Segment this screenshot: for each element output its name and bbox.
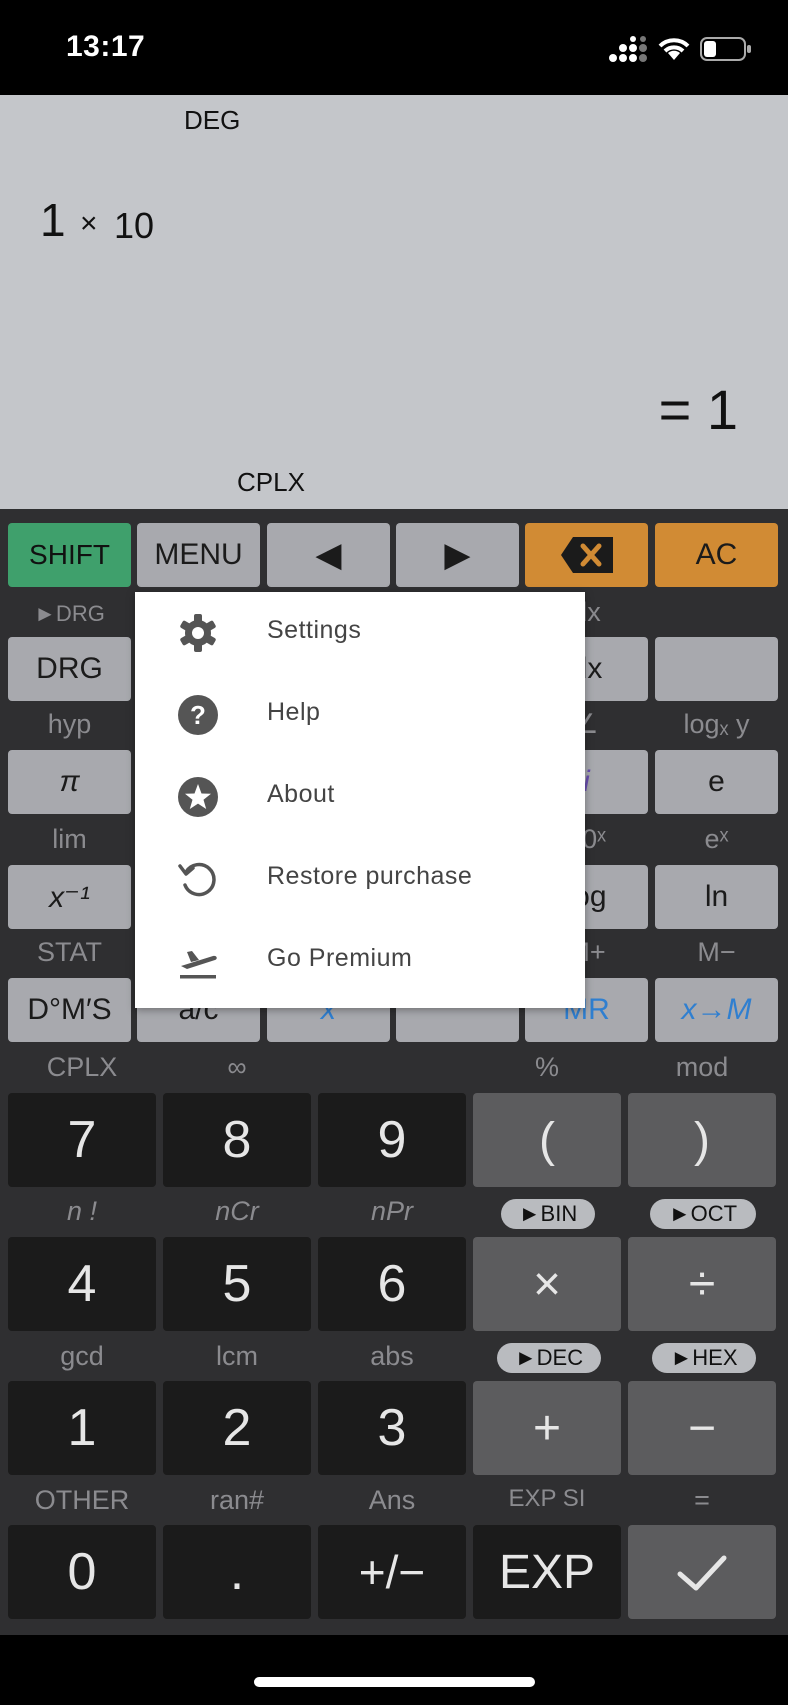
menu-label-about: About [267,780,335,808]
menu-label-restore-purchase: Restore purchase [267,862,473,890]
reciprocal-button[interactable]: x⁻¹ [8,865,131,929]
shift-label-equals: = [694,1485,710,1515]
restore-icon [178,862,216,897]
shift-label-drg: ►DRG [34,601,105,626]
menu-item-help[interactable]: ? Help [135,674,585,756]
shift-label-mod: mod [675,1052,729,1082]
to-bin-badge: ►BIN [501,1199,595,1229]
shift-label-stat: STAT [37,937,102,967]
status-time: 13:17 [66,30,146,63]
menu-item-about[interactable]: About [135,756,585,838]
svg-text:?: ? [190,700,206,730]
exp-button[interactable]: EXP [473,1525,621,1619]
open-paren-button[interactable]: ( [473,1093,621,1187]
digit-9-button[interactable]: 9 [318,1093,466,1187]
star-icon [178,777,218,817]
digit-7-button[interactable]: 7 [8,1093,156,1187]
shift-label-cplx: CPLX [46,1052,118,1082]
minus-button[interactable]: − [628,1381,776,1475]
drg-button[interactable]: DRG [8,637,131,701]
all-clear-button[interactable]: AC [655,523,778,587]
digit-2-button[interactable]: 2 [163,1381,311,1475]
shift-label-ans: Ans [368,1485,416,1515]
dms-button[interactable]: D°M′S [8,978,131,1042]
expression-base: 10 [114,205,155,246]
close-paren-button[interactable]: ) [628,1093,776,1187]
digit-1-button[interactable]: 1 [8,1381,156,1475]
popup-menu: Settings ? Help About Restore purchase G… [135,592,585,1008]
complex-mode-indicator: CPLX [237,467,305,497]
pi-button[interactable]: π [8,750,131,814]
shift-label-percent: % [534,1052,559,1082]
checkmark-icon [677,1555,727,1591]
digit-6-button[interactable]: 6 [318,1237,466,1331]
shift-label-gcd: gcd [60,1341,104,1371]
digit-3-button[interactable]: 3 [318,1381,466,1475]
expression-times: × [80,207,98,240]
to-hex-badge: ►HEX [652,1343,756,1373]
ln-button[interactable]: ln [655,865,778,929]
expression-digit-1: 1 [40,194,66,246]
status-bar: 13:17 [0,0,788,95]
shift-label-logxy: logₓ y [683,709,750,739]
home-indicator[interactable] [254,1677,535,1687]
angle-mode-indicator: DEG [184,105,241,135]
shift-label-m-minus: M− [697,937,736,967]
wifi-icon [658,38,690,60]
shift-label-random: ran# [209,1485,265,1515]
menu-label-help: Help [267,698,321,726]
signal-icon [609,36,647,62]
help-icon: ? [178,695,218,735]
to-dec-badge: ►DEC [497,1343,601,1373]
store-memory-button[interactable]: x→M [655,978,778,1042]
result-value: = 1 [658,378,738,441]
gear-icon [180,614,216,652]
digit-8-button[interactable]: 8 [163,1093,311,1187]
shift-label-exp-si: EXP SI [508,1485,586,1512]
blank-sci-button[interactable] [655,637,778,701]
shift-label-abs: abs [370,1341,414,1371]
menu-label-go-premium: Go Premium [267,944,413,972]
menu-item-go-premium[interactable]: Go Premium [135,920,585,1002]
menu-item-restore-purchase[interactable]: Restore purchase [135,838,585,920]
shift-button[interactable]: SHIFT [8,523,131,587]
shift-label-exp: eˣ [704,824,729,854]
backspace-button[interactable] [525,523,648,587]
multiply-button[interactable]: × [473,1237,621,1331]
shift-label-hyp: hyp [47,709,92,739]
shift-label-lim: lim [52,824,87,854]
digit-4-button[interactable]: 4 [8,1237,156,1331]
digit-0-button[interactable]: 0 [8,1525,156,1619]
to-oct-badge: ►OCT [650,1199,756,1229]
equals-check-button[interactable] [628,1525,776,1619]
shift-label-infinity: ∞ [227,1052,247,1082]
shift-label-lcm: lcm [216,1341,258,1371]
battery-icon [700,37,751,61]
decimal-point-button[interactable]: . [163,1525,311,1619]
cursor-right-button[interactable]: ▶ [396,523,519,587]
e-button[interactable]: e [655,750,778,814]
menu-button[interactable]: MENU [137,523,260,587]
shift-label-factorial: n ! [66,1196,98,1226]
cursor-left-button[interactable]: ◀ [267,523,390,587]
digit-5-button[interactable]: 5 [163,1237,311,1331]
plus-button[interactable]: + [473,1381,621,1475]
backspace-icon [560,537,613,573]
plane-takeoff-icon [180,951,217,979]
calculator-display: DEG 1 × 10 = 1 CPLX [0,95,788,509]
shift-label-npr: nPr [370,1196,414,1226]
shift-label-ncr: nCr [215,1196,259,1226]
divide-button[interactable]: ÷ [628,1237,776,1331]
negate-button[interactable]: +/− [318,1525,466,1619]
menu-item-settings[interactable]: Settings [135,592,585,674]
menu-label-settings: Settings [267,616,362,644]
shift-label-other: OTHER [34,1485,130,1515]
